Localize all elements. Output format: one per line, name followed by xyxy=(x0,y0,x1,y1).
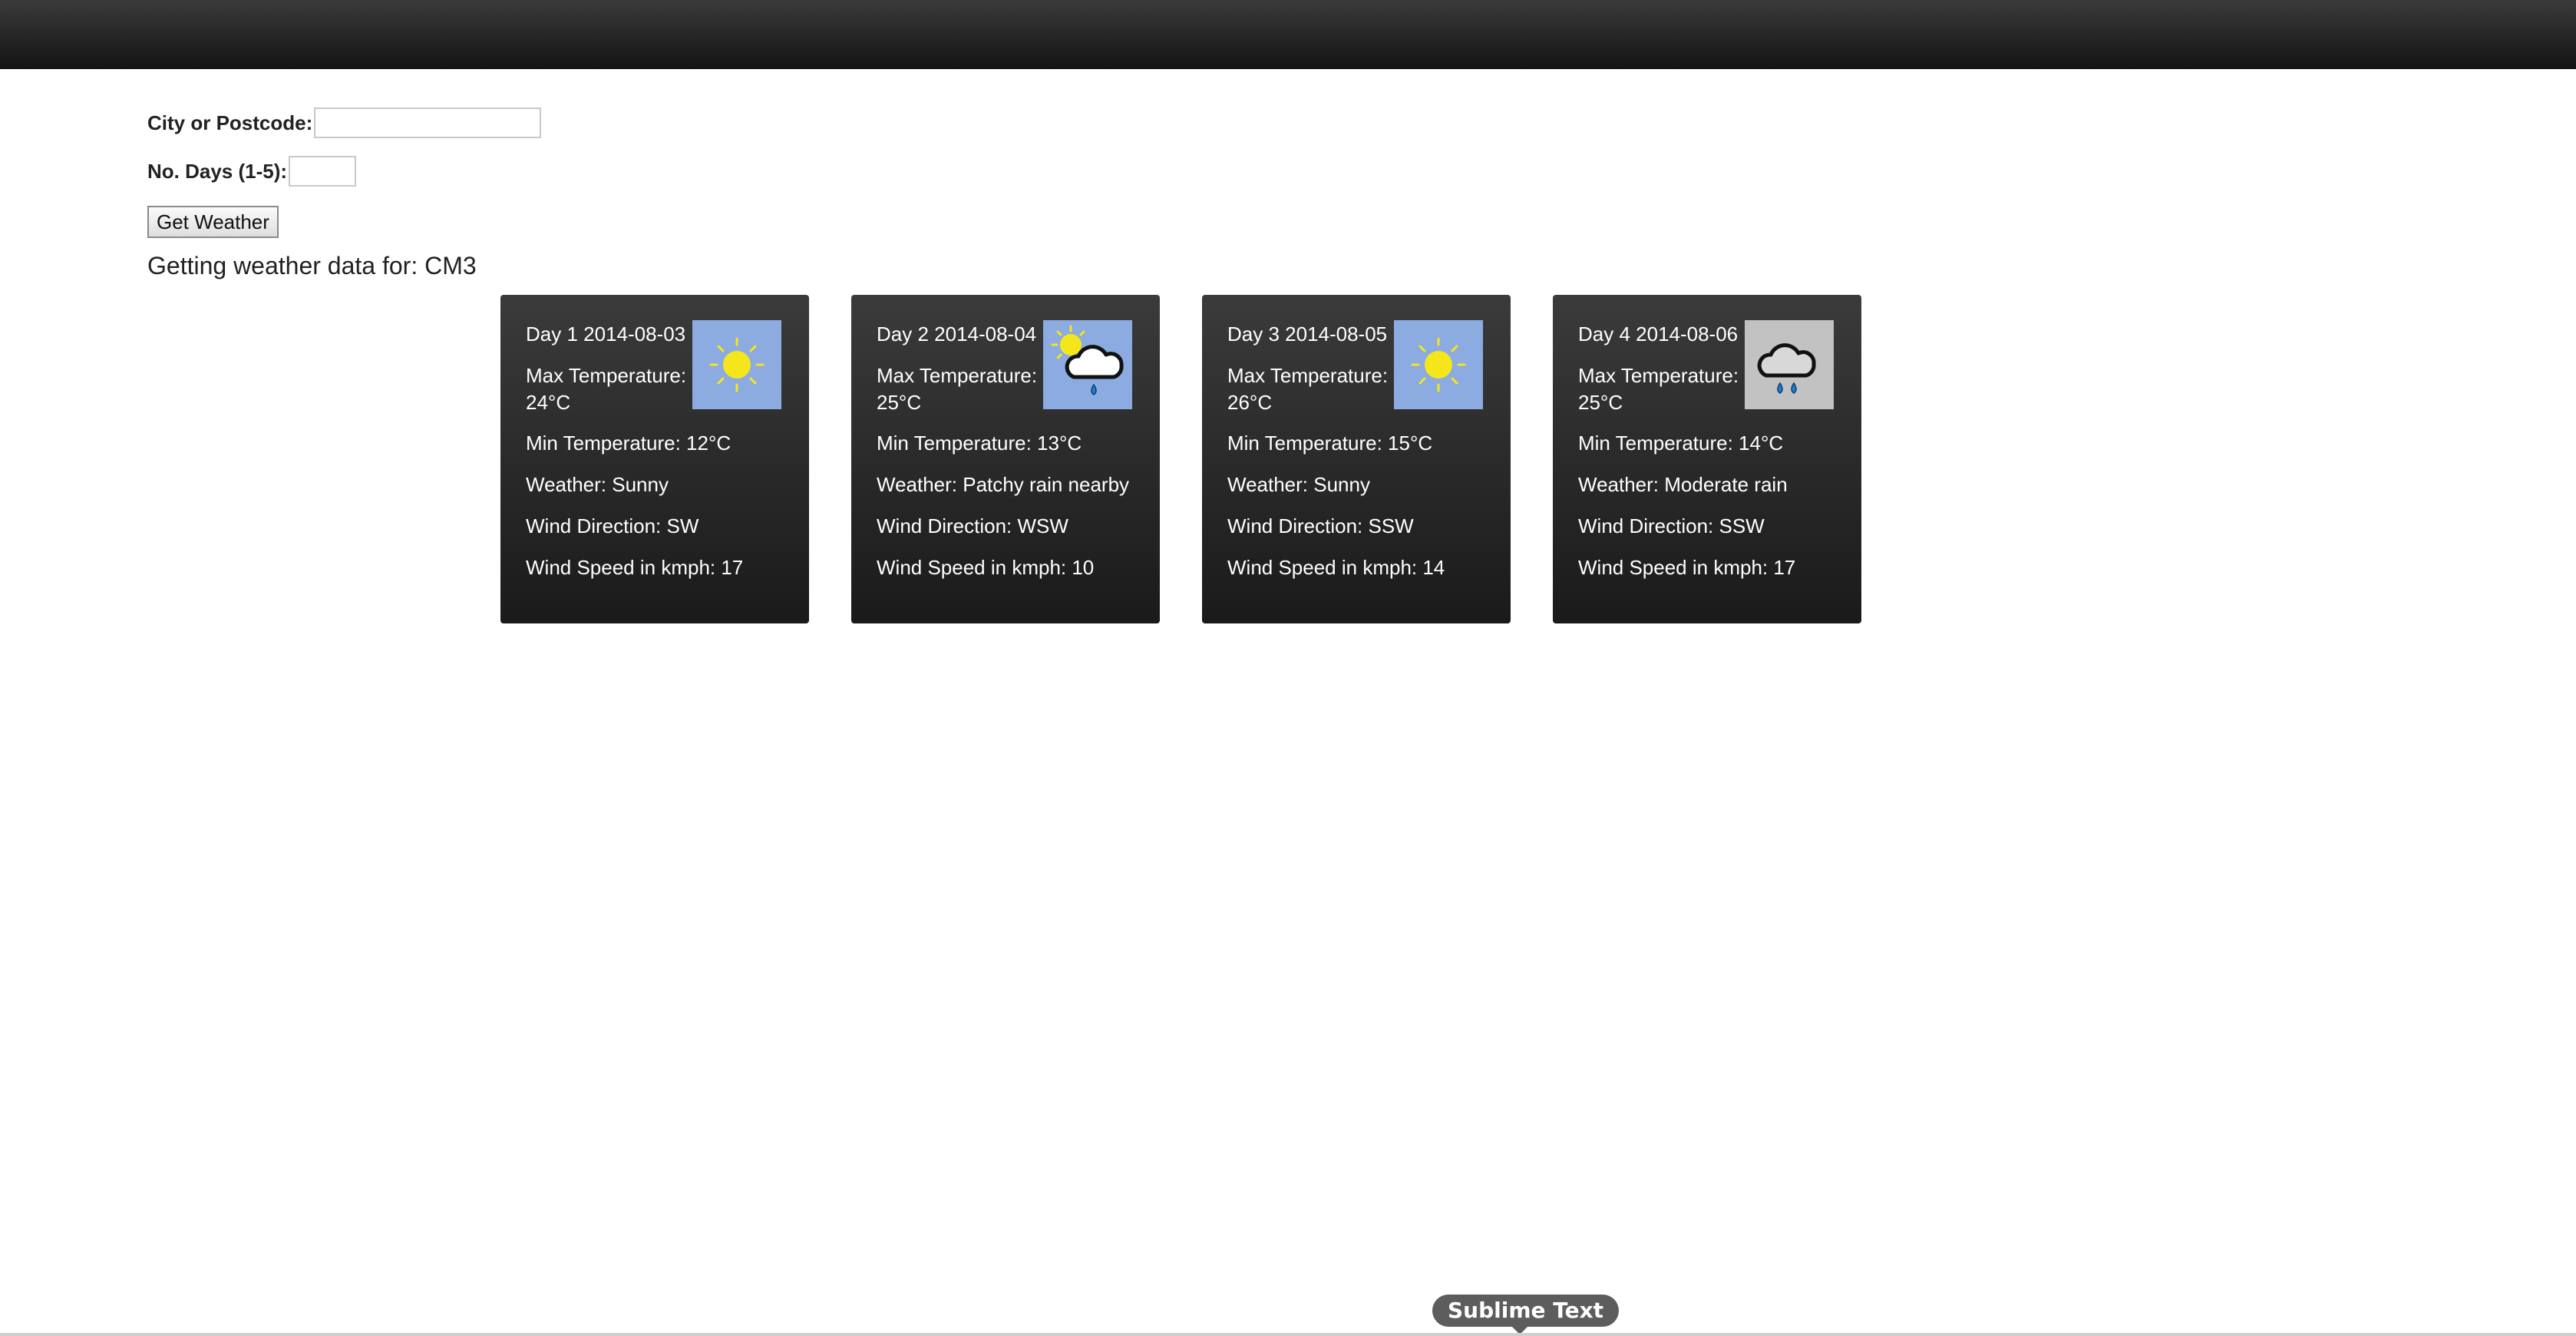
max-temp-value: 25°C xyxy=(877,391,922,414)
day-title: Day 2 2014-08-04 xyxy=(877,322,1037,346)
max-temp-label: Max Temperature: xyxy=(877,364,1038,387)
forecast-list: Day 1 2014-08-03 Max Temperature: 24°C M… xyxy=(500,295,1861,623)
sunny-icon xyxy=(1394,320,1483,409)
min-temp: Min Temperature: 13°C xyxy=(877,432,1082,455)
max-temp-value: 24°C xyxy=(526,391,571,414)
wind-direction: Wind Direction: SW xyxy=(526,514,699,537)
max-temp-value: 25°C xyxy=(1578,391,1623,414)
patchy-rain-icon xyxy=(1043,320,1132,409)
top-bar xyxy=(0,0,2576,69)
weather-desc: Weather: Moderate rain xyxy=(1578,473,1788,496)
wind-speed: Wind Speed in kmph: 17 xyxy=(526,556,744,579)
wind-direction: Wind Direction: SSW xyxy=(1227,514,1414,537)
day-title: Day 4 2014-08-06 xyxy=(1578,322,1739,346)
min-temp: Min Temperature: 14°C xyxy=(1578,432,1784,455)
max-temp-label: Max Temperature: xyxy=(1227,364,1389,387)
dock-tooltip: Sublime Text xyxy=(1432,1295,1620,1327)
days-label: No. Days (1-5): xyxy=(147,159,288,183)
wind-direction: Wind Direction: SSW xyxy=(1578,514,1765,537)
max-temp-value: 26°C xyxy=(1227,391,1273,414)
city-input[interactable] xyxy=(314,107,542,138)
max-temp-label: Max Temperature: xyxy=(526,364,687,387)
day-title: Day 1 2014-08-03 xyxy=(526,322,686,346)
wind-speed: Wind Speed in kmph: 17 xyxy=(1578,556,1796,579)
forecast-card-day-1: Day 1 2014-08-03 Max Temperature: 24°C M… xyxy=(500,295,809,623)
wind-direction: Wind Direction: WSW xyxy=(877,514,1068,537)
dock-edge xyxy=(0,1333,2576,1336)
forecast-card-day-3: Day 3 2014-08-05 Max Temperature: 26°C M… xyxy=(1202,295,1511,623)
max-temp-label: Max Temperature: xyxy=(1578,364,1739,387)
weather-desc: Weather: Sunny xyxy=(1227,473,1370,496)
city-row: City or Postcode: xyxy=(147,107,542,138)
min-temp: Min Temperature: 12°C xyxy=(526,432,732,455)
status-message: Getting weather data for: CM3 xyxy=(147,252,477,279)
moderate-rain-icon xyxy=(1745,320,1834,409)
forecast-card-day-4: Day 4 2014-08-06 Max Temperature: 25°C M… xyxy=(1553,295,1861,623)
days-input[interactable] xyxy=(289,156,357,187)
city-label: City or Postcode: xyxy=(147,111,313,134)
min-temp: Min Temperature: 15°C xyxy=(1227,432,1433,455)
day-title: Day 3 2014-08-05 xyxy=(1227,322,1388,346)
sunny-icon xyxy=(692,320,781,409)
wind-speed: Wind Speed in kmph: 14 xyxy=(1227,556,1445,579)
get-weather-button[interactable]: Get Weather xyxy=(147,206,279,238)
weather-desc: Weather: Sunny xyxy=(526,473,669,496)
forecast-card-day-2: Day 2 2014-08-04 Max Temperature: 25°C M… xyxy=(851,295,1160,623)
wind-speed: Wind Speed in kmph: 10 xyxy=(877,556,1095,579)
days-row: No. Days (1-5): xyxy=(147,156,357,187)
weather-desc: Weather: Patchy rain nearby xyxy=(877,473,1130,496)
